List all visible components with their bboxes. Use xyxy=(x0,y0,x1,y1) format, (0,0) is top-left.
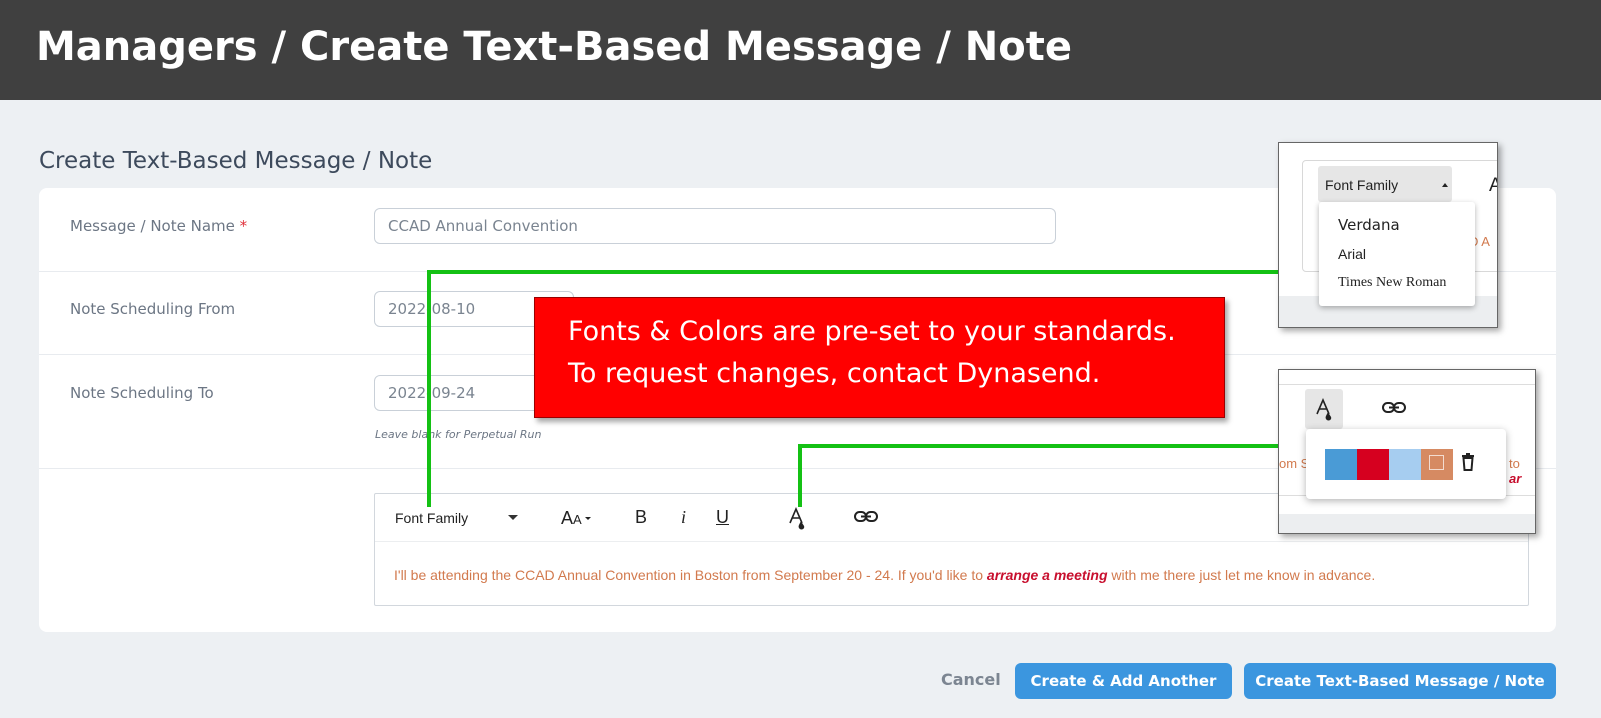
chevron-down-icon xyxy=(508,515,518,520)
text-color-icon[interactable] xyxy=(788,506,808,536)
svg-text:A: A xyxy=(573,512,582,527)
font-family-select[interactable]: Font Family xyxy=(395,510,468,526)
font-dropdown-menu: Verdana Arial Times New Roman xyxy=(1319,202,1475,306)
to-label: Note Scheduling To xyxy=(70,384,214,402)
underline-button[interactable]: U xyxy=(716,507,729,528)
bold-button[interactable]: B xyxy=(635,507,647,528)
color-swatch[interactable] xyxy=(1421,449,1453,480)
font-family-select[interactable]: Font Family xyxy=(1318,166,1452,202)
connector-line xyxy=(798,444,1279,448)
section-title: Create Text-Based Message / Note xyxy=(39,148,433,174)
editor-content[interactable]: I'll be attending the CCAD Annual Conven… xyxy=(394,567,1375,583)
color-picker-zoom-panel: om S to ar xyxy=(1278,369,1536,534)
link-icon[interactable] xyxy=(1382,400,1406,421)
font-size-icon: A xyxy=(1489,175,1497,197)
page-header: Managers / Create Text-Based Message / N… xyxy=(0,0,1601,100)
connector-line xyxy=(427,270,1279,274)
panel-footer xyxy=(1279,514,1535,533)
font-family-zoom-panel: Font Family A D A Verdana Arial Times Ne… xyxy=(1278,142,1498,328)
page-title: Managers / Create Text-Based Message / N… xyxy=(36,24,1072,70)
create-message-button[interactable]: Create Text-Based Message / Note xyxy=(1244,663,1556,699)
text-color-icon[interactable] xyxy=(1305,389,1343,429)
editor-text-fragment: om S xyxy=(1279,456,1310,471)
trash-icon[interactable] xyxy=(1461,453,1475,476)
custom-color-icon xyxy=(1429,455,1444,470)
name-label: Message / Note Name * xyxy=(70,217,248,235)
font-size-icon[interactable]: AA xyxy=(561,508,595,533)
editor-text-fragment: to ar xyxy=(1509,456,1522,486)
color-swatch[interactable] xyxy=(1357,449,1389,480)
callout-line: Fonts & Colors are pre-set to your stand… xyxy=(568,316,1176,347)
callout-note: Fonts & Colors are pre-set to your stand… xyxy=(534,297,1225,418)
from-label: Note Scheduling From xyxy=(70,300,236,318)
chevron-up-icon xyxy=(1442,183,1448,187)
callout-line: To request changes, contact Dynasend. xyxy=(568,358,1101,389)
font-option[interactable]: Arial xyxy=(1338,246,1366,262)
connector-line xyxy=(427,270,431,507)
name-input[interactable]: CCAD Annual Convention xyxy=(374,208,1056,244)
font-family-label: Font Family xyxy=(1325,177,1399,193)
svg-text:A: A xyxy=(561,508,573,528)
italic-button[interactable]: i xyxy=(681,507,686,528)
color-swatch[interactable] xyxy=(1325,449,1357,480)
panel-divider xyxy=(1279,384,1535,385)
font-option[interactable]: Verdana xyxy=(1338,216,1400,234)
font-option[interactable]: Times New Roman xyxy=(1338,275,1446,291)
cancel-button[interactable]: Cancel xyxy=(941,670,1001,689)
color-swatch[interactable] xyxy=(1389,449,1421,480)
connector-line xyxy=(798,444,802,507)
color-picker-popup xyxy=(1306,429,1506,499)
create-add-another-button[interactable]: Create & Add Another xyxy=(1015,663,1232,699)
link-icon[interactable] xyxy=(854,509,878,530)
to-hint: Leave blank for Perpetual Run xyxy=(375,428,542,441)
